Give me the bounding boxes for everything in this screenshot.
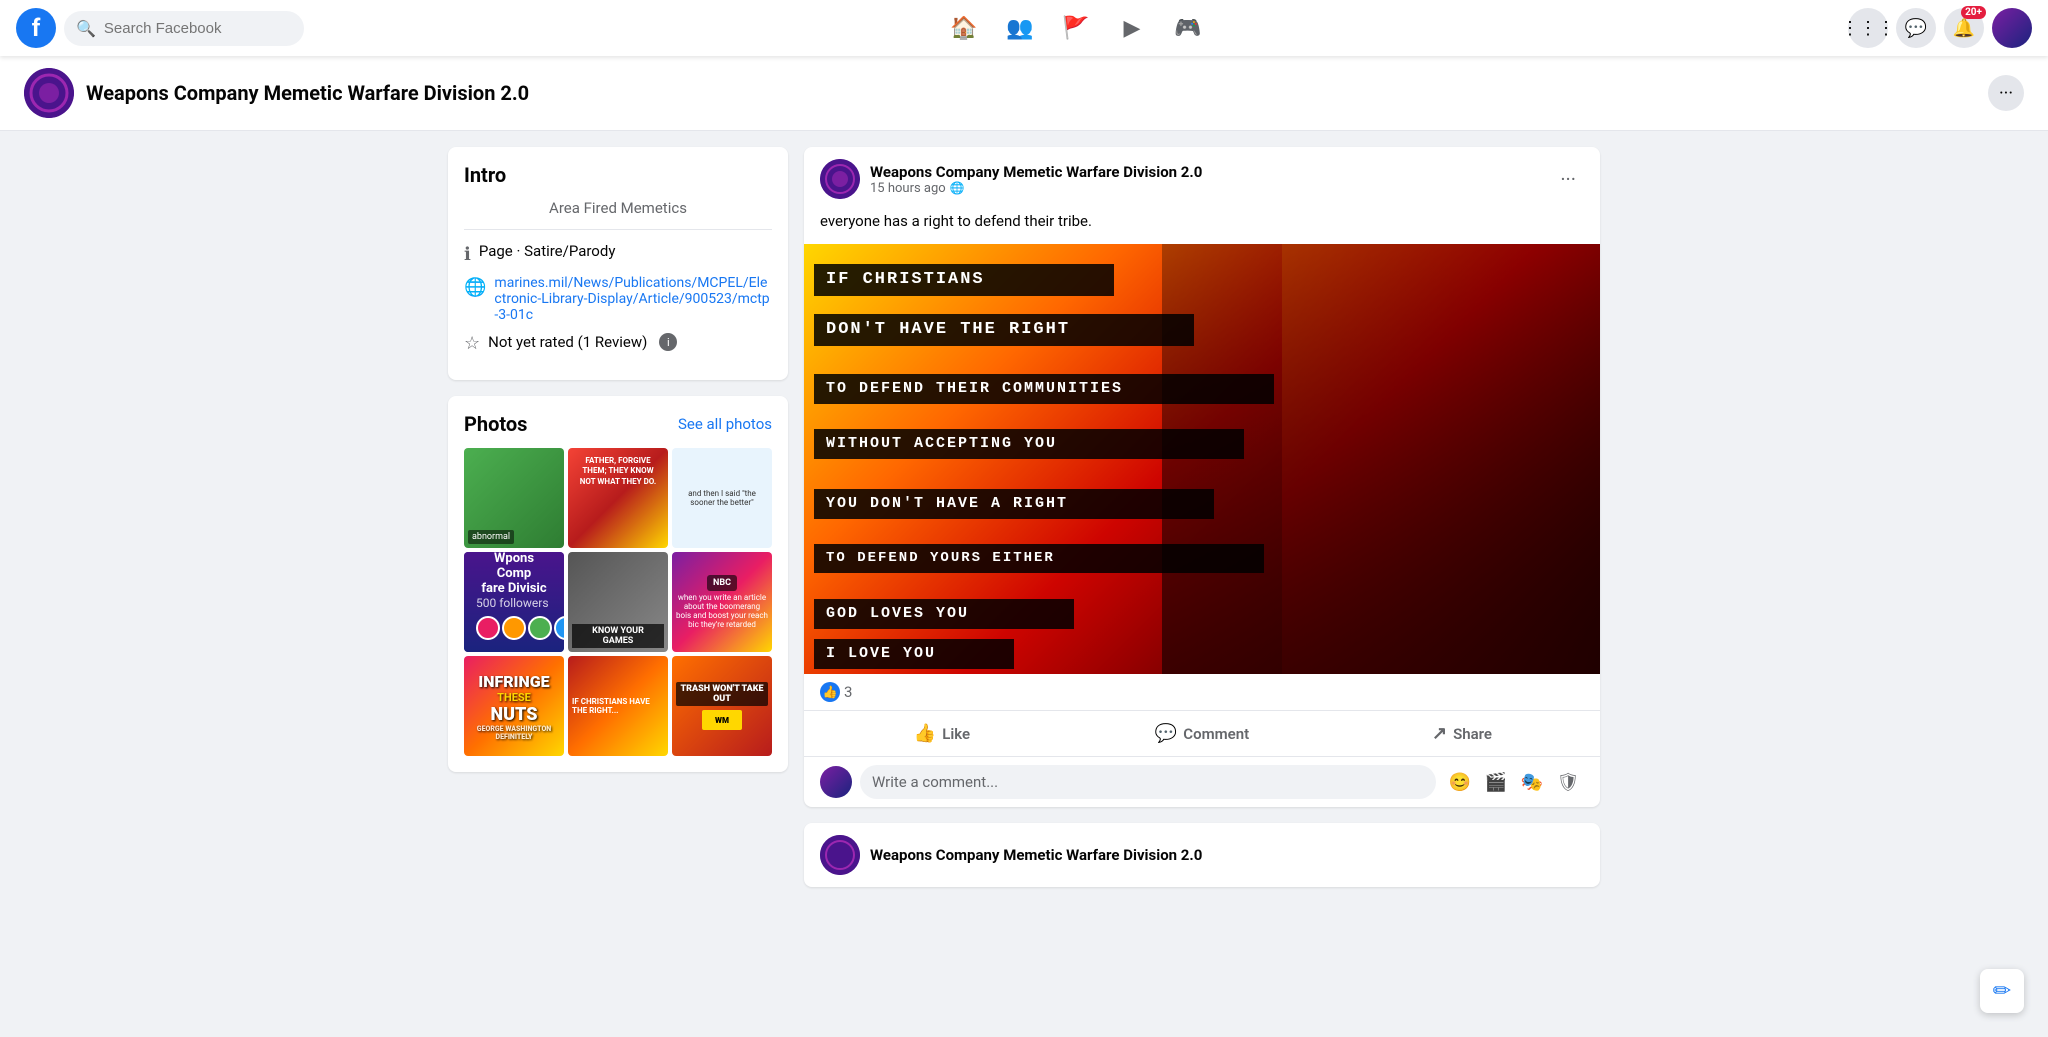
facebook-logo[interactable]: f [16,8,56,48]
post-page-name[interactable]: Weapons Company Memetic Warfare Division… [870,163,1542,181]
friends-nav-button[interactable]: 👥 [996,4,1044,52]
post-reactions: 👍 3 [804,674,1600,711]
comment-box: Write a comment... 😊 🎬 🎭 🛡 [804,756,1600,807]
search-bar[interactable]: 🔍 [64,11,304,46]
star-icon: ☆ [464,333,480,354]
post-page-avatar[interactable] [820,159,860,199]
comment-user-avatar [820,766,852,798]
page-more-button[interactable]: ··· [1988,75,2024,111]
gaming-nav-button[interactable]: 🎮 [1164,4,1212,52]
page-cover-photo[interactable]: Wpons Compfare Divisic 500 followers [464,552,564,652]
shield-icon-button[interactable]: 🛡 [1552,766,1584,798]
like-icon: 👍 [914,723,936,744]
comment-icons: 😊 🎬 🎭 🛡 [1444,766,1584,798]
post-more-button[interactable]: ··· [1552,163,1584,195]
photo-item[interactable]: NBC when you write an article about the … [672,552,772,652]
meme-line-1: IF CHRISTIANS [814,264,1114,296]
page-title: Weapons Company Memetic Warfare Division… [86,81,529,105]
intro-rating-row: ☆ Not yet rated (1 Review) i [464,333,772,354]
photos-title: Photos [464,412,527,436]
photo-item[interactable]: and then I said "the sooner the better" [672,448,772,548]
post-time: 15 hours ago 🌐 [870,181,1542,196]
right-panel: Weapons Company Memetic Warfare Division… [804,147,1600,887]
write-post-button[interactable]: ✏ [1980,969,2024,1013]
intro-category: Page · Satire/Parody [479,242,616,260]
intro-tagline: Area Fired Memetics [464,199,772,217]
nav-right: ⋮⋮⋮ 💬 🔔 20+ [1848,8,2032,48]
info-icon: ℹ [464,244,471,265]
photos-grid: abnormal FATHER, FORGIVE THEM; THEY KNOW… [464,448,772,756]
messenger-button[interactable]: 💬 [1896,8,1936,48]
page-cover-name: Wpons Compfare Divisic [476,552,552,596]
photo-item[interactable]: abnormal [464,448,564,548]
profile-avatar[interactable] [1992,8,2032,48]
share-button[interactable]: ↗ Share [1332,715,1592,752]
meme-line-4: WITHOUT ACCEPTING YOU [814,429,1244,459]
sticker-button[interactable]: 🎭 [1516,766,1548,798]
pages-nav-button[interactable]: 🚩 [1052,4,1100,52]
top-navigation: f 🔍 🏠 👥 🚩 ▶ 🎮 ⋮⋮⋮ 💬 🔔 20+ [0,0,2048,56]
photo-item[interactable]: FATHER, FORGIVE THEM; THEY KNOW NOT WHAT… [568,448,668,548]
search-icon: 🔍 [76,19,96,38]
post-actions: 👍 Like 💬 Comment ↗ Share [804,711,1600,756]
see-all-photos-link[interactable]: See all photos [678,415,772,433]
post-card: Weapons Company Memetic Warfare Division… [804,147,1600,807]
page-header: Weapons Company Memetic Warfare Division… [0,56,2048,131]
meme-line-7: GOD LOVES YOU [814,599,1074,629]
like-button[interactable]: 👍 Like [812,715,1072,752]
photo-item[interactable]: KNOW YOUR GAMES [568,552,668,652]
photo-item[interactable]: INFRINGE THESE NUTS GEORGE WASHINGTON DE… [464,656,564,756]
intro-category-row: ℹ Page · Satire/Parody [464,242,772,265]
privacy-icon: 🌐 [950,181,965,195]
page-avatar [24,68,74,118]
notifications-button[interactable]: 🔔 20+ [1944,8,1984,48]
comment-input[interactable]: Write a comment... [860,765,1436,799]
apps-button[interactable]: ⋮⋮⋮ [1848,8,1888,48]
next-post-page-name: Weapons Company Memetic Warfare Division… [870,846,1202,864]
next-post-card: Weapons Company Memetic Warfare Division… [804,823,1600,887]
comment-button[interactable]: 💬 Comment [1072,715,1332,752]
intro-link-row: 🌐 marines.mil/News/Publications/MCPEL/El… [464,275,772,323]
intro-link[interactable]: marines.mil/News/Publications/MCPEL/Elec… [494,275,772,323]
nav-center: 🏠 👥 🚩 ▶ 🎮 [940,4,1212,52]
rating-info-icon[interactable]: i [659,333,677,351]
post-header: Weapons Company Memetic Warfare Division… [804,147,1600,211]
main-content: Intro Area Fired Memetics ℹ Page · Satir… [424,131,1624,903]
page-header-left: Weapons Company Memetic Warfare Division… [24,68,529,118]
globe-icon: 🌐 [464,277,486,298]
meme-line-8: I LOVE YOU [814,639,1014,669]
photo-item[interactable]: IF CHRISTIANS HAVE THE RIGHT... [568,656,668,756]
intro-divider [464,229,772,230]
post-meta: Weapons Company Memetic Warfare Division… [870,163,1542,196]
notification-badge: 20+ [1961,6,1986,19]
watch-nav-button[interactable]: ▶ [1108,4,1156,52]
home-nav-button[interactable]: 🏠 [940,4,988,52]
meme-line-5: YOU DON'T HAVE A RIGHT [814,489,1214,519]
like-emoji: 👍 [820,682,840,702]
intro-rating: Not yet rated (1 Review) [488,333,647,351]
reaction-count: 👍 3 [820,682,852,702]
photo-item[interactable]: TRASH WON'T TAKE OUT WM [672,656,772,756]
post-image[interactable]: IF CHRISTIANS DON'T HAVE THE RIGHT TO DE… [804,244,1600,674]
emoji-button[interactable]: 😊 [1444,766,1476,798]
post-text: everyone has a right to defend their tri… [804,211,1600,244]
photos-header: Photos See all photos [464,412,772,436]
comment-icon: 💬 [1155,723,1177,744]
search-input[interactable] [104,20,292,37]
next-post-avatar [820,835,860,875]
share-icon: ↗ [1432,723,1447,744]
left-panel: Intro Area Fired Memetics ℹ Page · Satir… [448,147,788,887]
meme-line-2: DON'T HAVE THE RIGHT [814,314,1194,346]
nav-left: f 🔍 [16,8,304,48]
gif-button[interactable]: 🎬 [1480,766,1512,798]
intro-card: Intro Area Fired Memetics ℹ Page · Satir… [448,147,788,380]
photos-card: Photos See all photos abnormal FATHER, F… [448,396,788,772]
meme-line-6: TO DEFEND YOURS EITHER [814,544,1264,573]
intro-title: Intro [464,163,772,187]
page-cover-followers: 500 followers [476,596,549,610]
meme-line-3: TO DEFEND THEIR COMMUNITIES [814,374,1274,404]
